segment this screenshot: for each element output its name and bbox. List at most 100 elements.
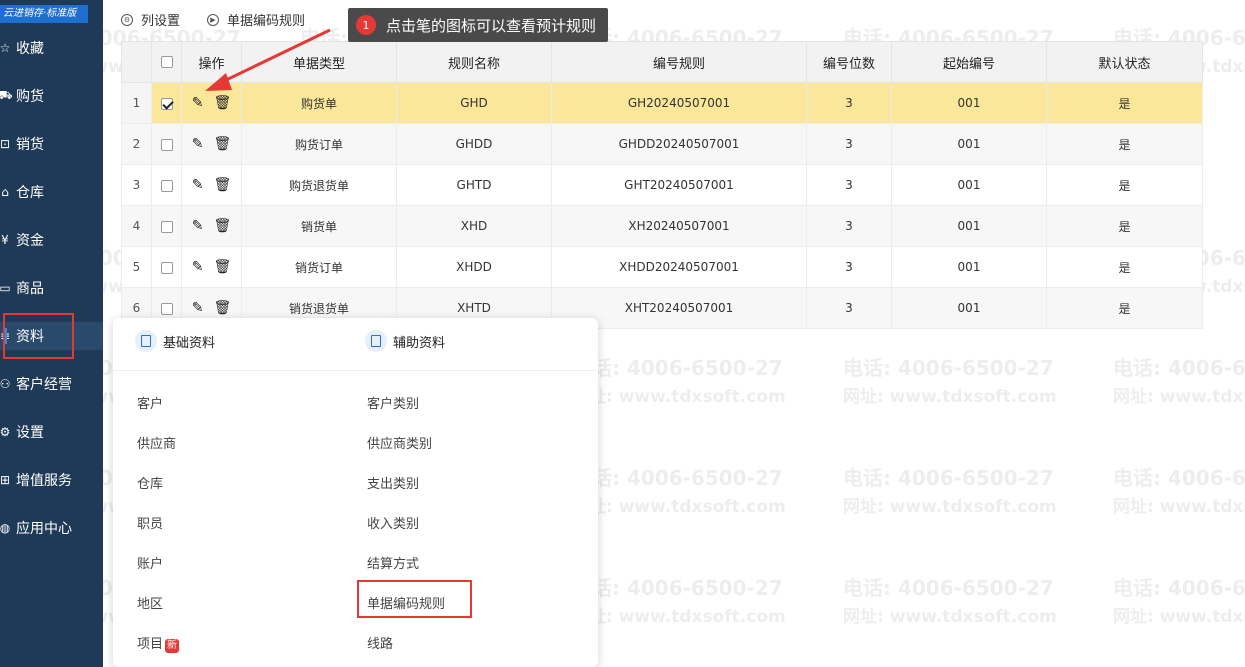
row-actions: ✎ 🗑 xyxy=(181,246,242,288)
aux-menu-item[interactable]: 线路 xyxy=(367,633,393,652)
edit-pencil-icon[interactable]: ✎ xyxy=(192,259,204,275)
edit-pencil-icon[interactable]: ✎ xyxy=(192,177,204,193)
basic-menu-item[interactable]: 仓库 xyxy=(137,473,163,492)
sidebar-item-3[interactable]: ⌂ 仓库 xyxy=(0,178,103,206)
watermark-site: 网址: www.tdxsoft.com xyxy=(1113,497,1245,517)
sidebar-item-0[interactable]: ☆ 收藏 xyxy=(0,34,103,62)
table-header-row: 操作 单据类型 规则名称 编号规则 编号位数 起始编号 默认状态 xyxy=(121,41,1203,83)
cell-name: GHDD xyxy=(396,123,552,165)
row-checkbox[interactable] xyxy=(160,138,173,151)
cell-default: 是 xyxy=(1046,164,1203,206)
sidebar-item-label: 应用中心 xyxy=(16,521,72,537)
basic-menu-item[interactable]: 供应商 xyxy=(137,433,176,452)
table-body: 1 ✎ 🗑 购货单 GHD GH20240507001 3 001 是 2 ✎ 🗑 购货订单 GHDD GH… xyxy=(121,82,1203,329)
table-row[interactable]: 1 ✎ 🗑 购货单 GHD GH20240507001 3 001 是 xyxy=(121,82,1203,124)
value-added-icon: ⊞ xyxy=(0,473,11,487)
edit-pencil-icon[interactable]: ✎ xyxy=(192,300,204,316)
sidebar-item-label: 设置 xyxy=(16,425,44,441)
cell-rule: XHDD20240507001 xyxy=(551,246,807,288)
header-name[interactable]: 规则名称 xyxy=(396,41,552,83)
cell-digits: 3 xyxy=(806,164,892,206)
cell-start: 001 xyxy=(891,205,1047,247)
cell-type: 购货单 xyxy=(241,82,397,124)
sidebar-item-label: 收藏 xyxy=(16,41,44,57)
cell-digits: 3 xyxy=(806,123,892,165)
edit-pencil-icon[interactable]: ✎ xyxy=(192,95,204,111)
header-type[interactable]: 单据类型 xyxy=(241,41,397,83)
watermark-site: 网址: www.tdxsoft.com xyxy=(843,497,1057,517)
active-nav-highlight xyxy=(3,313,74,359)
sidebar-item-2[interactable]: ⊡ 销货 xyxy=(0,130,103,158)
header-index xyxy=(121,41,152,83)
watermark-phone: 电话: 4006-6500-27 xyxy=(843,576,1054,600)
sidebar-item-9[interactable]: ⊞ 增值服务 xyxy=(0,466,103,494)
aux-menu-item[interactable]: 结算方式 xyxy=(367,553,419,572)
column-settings-button[interactable]: ⚙ 列设置 xyxy=(121,10,180,29)
aux-menu-item[interactable]: 供应商类别 xyxy=(367,433,432,452)
cell-start: 001 xyxy=(891,82,1047,124)
sidebar-item-1[interactable]: ⛟ 购货 xyxy=(0,82,103,110)
menu-item-label: 项目 xyxy=(137,637,164,652)
cell-name: GHD xyxy=(396,82,552,124)
cell-digits: 3 xyxy=(806,287,892,329)
cell-default: 是 xyxy=(1046,287,1203,329)
delete-trash-icon[interactable]: 🗑 xyxy=(213,218,231,234)
header-default[interactable]: 默认状态 xyxy=(1046,41,1203,83)
header-select-all[interactable] xyxy=(151,41,182,83)
sidebar-item-8[interactable]: ⚙ 设置 xyxy=(0,418,103,446)
row-select[interactable] xyxy=(151,205,182,247)
cell-start: 001 xyxy=(891,246,1047,288)
delete-trash-icon[interactable]: 🗑 xyxy=(213,177,231,193)
data-menu-panel: 基础资料 辅助资料 客户 供应商 仓库 职员 账户 地区 项目新 客户类别 供应商类别 支出类别收… xyxy=(113,318,598,667)
table-row[interactable]: 5 ✎ 🗑 销货订单 XHDD XHDD20240507001 3 001 是 xyxy=(121,246,1203,288)
cell-type: 购货订单 xyxy=(241,123,397,165)
basic-menu-item[interactable]: 客户 xyxy=(137,393,163,412)
watermark-site: 网址: www.tdxsoft.com xyxy=(1113,387,1245,407)
step-number-badge: 1 xyxy=(356,15,376,35)
cell-name: XHDD xyxy=(396,246,552,288)
delete-trash-icon[interactable]: 🗑 xyxy=(213,95,231,111)
watermark-phone: 电话: 4006-6500-27 xyxy=(572,466,783,490)
aux-menu-item[interactable]: 客户类别 xyxy=(367,393,419,412)
sidebar-item-4[interactable]: ¥ 资金 xyxy=(0,226,103,254)
sidebar-item-label: 商品 xyxy=(16,281,44,297)
table-row[interactable]: 4 ✎ 🗑 销货单 XHD XH20240507001 3 001 是 xyxy=(121,205,1203,247)
delete-trash-icon[interactable]: 🗑 xyxy=(213,259,231,275)
sidebar-item-10[interactable]: ◍ 应用中心 xyxy=(0,514,103,542)
watermark-phone: 电话: 4006-6500-27 xyxy=(572,576,783,600)
row-checkbox[interactable] xyxy=(160,179,173,192)
edit-pencil-icon[interactable]: ✎ xyxy=(192,218,204,234)
basic-menu-item[interactable]: 地区 xyxy=(137,593,163,612)
row-select[interactable] xyxy=(151,164,182,206)
code-rules-button[interactable]: ▶ 单据编码规则 xyxy=(207,10,305,29)
delete-trash-icon[interactable]: 🗑 xyxy=(213,300,231,316)
row-checkbox[interactable] xyxy=(160,97,173,110)
row-select[interactable] xyxy=(151,246,182,288)
basic-menu-item[interactable]: 账户 xyxy=(137,553,163,572)
star-icon: ☆ xyxy=(0,41,11,55)
cell-type: 销货单 xyxy=(241,205,397,247)
sidebar-item-5[interactable]: ▭ 商品 xyxy=(0,274,103,302)
header-rule[interactable]: 编号规则 xyxy=(551,41,807,83)
table-row[interactable]: 3 ✎ 🗑 购货退货单 GHTD GHT20240507001 3 001 是 xyxy=(121,164,1203,206)
aux-menu-item[interactable]: 收入类别 xyxy=(367,513,419,532)
basic-menu-item[interactable]: 项目新 xyxy=(137,633,180,653)
row-checkbox[interactable] xyxy=(160,220,173,233)
header-start[interactable]: 起始编号 xyxy=(891,41,1047,83)
settings-icon: ⚙ xyxy=(0,425,11,439)
header-digits[interactable]: 编号位数 xyxy=(806,41,892,83)
table-row[interactable]: 2 ✎ 🗑 购货订单 GHDD GHDD20240507001 3 001 是 xyxy=(121,123,1203,165)
cell-default: 是 xyxy=(1046,123,1203,165)
sidebar-item-7[interactable]: ⚇ 客户经营 xyxy=(0,370,103,398)
row-checkbox[interactable] xyxy=(160,261,173,274)
delete-trash-icon[interactable]: 🗑 xyxy=(213,136,231,152)
aux-menu-item[interactable]: 支出类别 xyxy=(367,473,419,492)
edit-pencil-icon[interactable]: ✎ xyxy=(192,136,204,152)
row-checkbox[interactable] xyxy=(160,302,173,315)
row-select[interactable] xyxy=(151,123,182,165)
cell-rule: GHDD20240507001 xyxy=(551,123,807,165)
select-all-checkbox[interactable] xyxy=(160,56,173,68)
row-select[interactable] xyxy=(151,82,182,124)
row-index: 2 xyxy=(121,123,152,165)
basic-menu-item[interactable]: 职员 xyxy=(137,513,163,532)
